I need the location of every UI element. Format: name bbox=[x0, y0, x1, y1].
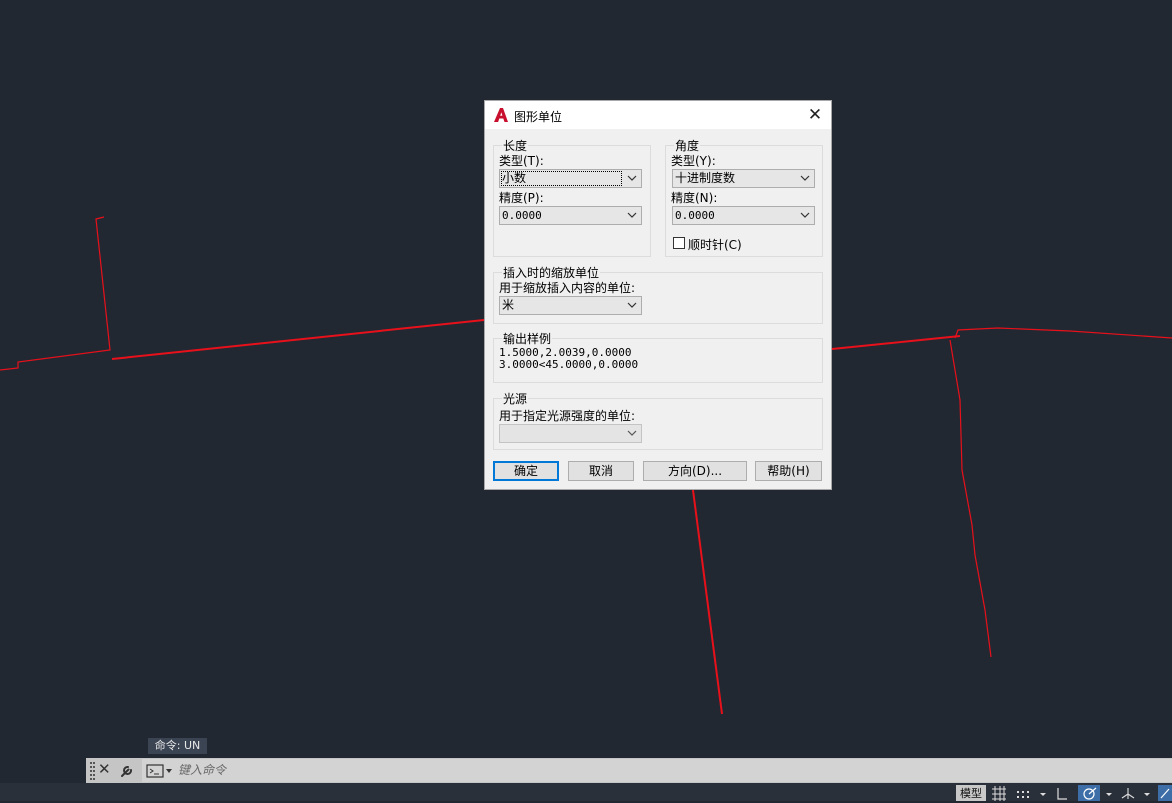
ortho-icon[interactable] bbox=[1054, 785, 1070, 801]
drawing-polyline-left bbox=[0, 216, 111, 371]
drawing-line-vertical bbox=[692, 489, 723, 715]
length-type-value: 小数 bbox=[502, 171, 527, 185]
close-icon[interactable]: ✕ bbox=[805, 105, 825, 125]
tab-model[interactable]: 模型 bbox=[956, 785, 986, 801]
drawing-units-dialog: 图形单位 ✕ 长度 类型(T): 小数 精度(P): 0.0000 角度 类型(… bbox=[484, 100, 832, 490]
chevron-down-icon bbox=[627, 430, 637, 436]
length-precision-select[interactable]: 0.0000 bbox=[499, 206, 642, 225]
drawing-polyline-right-vertical bbox=[949, 339, 992, 658]
lighting-units-select[interactable] bbox=[499, 424, 642, 443]
insert-scale-select[interactable]: 米 bbox=[499, 296, 642, 315]
lighting-units-label: 用于指定光源强度的单位: bbox=[499, 409, 636, 423]
object-snap-tracking-icon[interactable] bbox=[1158, 785, 1172, 801]
dialog-title: 图形单位 bbox=[514, 110, 563, 124]
close-command-line-icon[interactable]: ✕ bbox=[98, 760, 111, 778]
ok-button[interactable]: 确定 bbox=[493, 461, 559, 481]
length-precision-value: 0.0000 bbox=[502, 209, 542, 222]
status-bar: 模型 bbox=[0, 783, 1172, 801]
insert-scale-value: 米 bbox=[502, 298, 515, 312]
help-button[interactable]: 帮助(H) bbox=[755, 461, 822, 481]
dialog-title-bar[interactable]: 图形单位 ✕ bbox=[485, 101, 831, 129]
lighting-group-title: 光源 bbox=[502, 390, 529, 407]
drawing-line-main bbox=[111, 319, 485, 360]
cancel-button[interactable]: 取消 bbox=[568, 461, 634, 481]
isodraft-icon[interactable] bbox=[1120, 785, 1136, 801]
grid-icon[interactable] bbox=[990, 785, 1008, 801]
angle-type-select[interactable]: 十进制度数 bbox=[672, 169, 815, 188]
angle-precision-value: 0.0000 bbox=[675, 209, 715, 222]
grip-handle-icon[interactable] bbox=[90, 761, 96, 780]
polar-tracking-icon[interactable] bbox=[1078, 785, 1100, 801]
chevron-down-icon bbox=[800, 175, 810, 181]
angle-precision-select[interactable]: 0.0000 bbox=[672, 206, 815, 225]
clockwise-checkbox[interactable] bbox=[673, 237, 685, 249]
chevron-down-icon bbox=[800, 212, 810, 218]
command-input[interactable] bbox=[178, 760, 478, 780]
command-history-tooltip: 命令: UN bbox=[148, 738, 207, 754]
isodraft-dropdown-icon[interactable] bbox=[1142, 785, 1152, 801]
drawing-polyline-right bbox=[954, 327, 1172, 339]
command-input-area bbox=[142, 759, 1172, 782]
angle-type-value: 十进制度数 bbox=[675, 171, 736, 185]
snap-mode-icon[interactable] bbox=[1014, 785, 1032, 801]
snap-dropdown-icon[interactable] bbox=[1038, 785, 1048, 801]
sample-output-group-title: 输出样例 bbox=[502, 330, 553, 347]
length-precision-label: 精度(P): bbox=[499, 191, 544, 205]
length-type-select[interactable]: 小数 bbox=[499, 169, 642, 188]
autocad-logo-icon bbox=[494, 108, 508, 122]
wrench-icon[interactable] bbox=[120, 762, 136, 778]
direction-button[interactable]: 方向(D)... bbox=[643, 461, 747, 481]
angle-precision-label: 精度(N): bbox=[671, 191, 718, 205]
insert-scale-label: 用于缩放插入内容的单位: bbox=[499, 281, 636, 295]
drawing-line-main-right bbox=[831, 335, 961, 350]
polar-dropdown-icon[interactable] bbox=[1104, 785, 1114, 801]
chevron-down-icon bbox=[627, 302, 637, 308]
chevron-down-icon bbox=[627, 175, 637, 181]
length-type-label: 类型(T): bbox=[499, 154, 544, 168]
command-prompt-icon[interactable] bbox=[146, 763, 174, 779]
chevron-down-icon bbox=[627, 212, 637, 218]
angle-type-label: 类型(Y): bbox=[671, 154, 716, 168]
sample-output-line-2: 3.0000<45.0000,0.0000 bbox=[499, 358, 639, 371]
clockwise-label[interactable]: 顺时针(C) bbox=[688, 236, 742, 253]
